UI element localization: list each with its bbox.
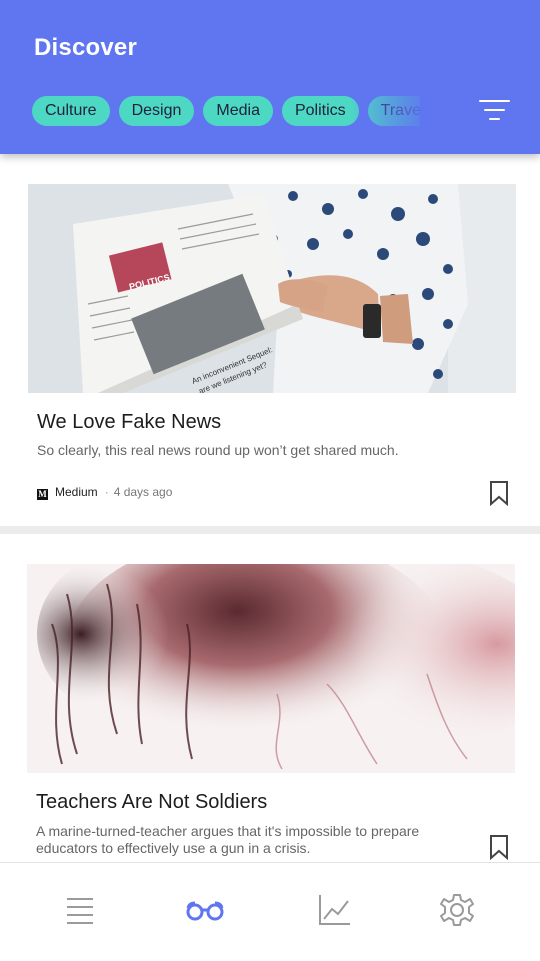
- article-description: A marine-turned-teacher argues that it's…: [36, 823, 420, 856]
- nav-settings[interactable]: [435, 891, 479, 931]
- filter-icon-line: [489, 118, 500, 120]
- article-time: 4 days ago: [113, 485, 173, 499]
- page-title: Discover: [34, 34, 137, 61]
- article-meta: M Medium · 4 days ago: [37, 485, 173, 500]
- list-icon: [67, 898, 93, 924]
- article-title[interactable]: Teachers Are Not Soldiers: [36, 791, 267, 814]
- bookmark-icon: [490, 835, 508, 861]
- chip-design[interactable]: Design: [118, 96, 195, 126]
- filter-icon-line: [479, 100, 510, 102]
- nav-feed[interactable]: [58, 891, 102, 931]
- article-source[interactable]: Medium: [55, 485, 98, 499]
- category-chips: Culture Design Media Politics Travel: [32, 96, 420, 128]
- nav-discover[interactable]: [183, 891, 227, 931]
- bookmark-icon: [490, 481, 508, 507]
- filter-button[interactable]: [476, 96, 514, 124]
- article-card[interactable]: POLITICS An inconvenient Sequel: are we …: [0, 154, 540, 526]
- chart-icon: [319, 895, 350, 925]
- article-title[interactable]: We Love Fake News: [37, 411, 221, 434]
- chip-travel[interactable]: Travel: [367, 96, 420, 126]
- header-bar: Discover Culture Design Media Politics Trave…: [0, 0, 540, 154]
- binoculars-icon: [186, 901, 224, 921]
- chip-politics[interactable]: Politics: [281, 96, 359, 126]
- bookmark-button[interactable]: [488, 480, 510, 507]
- article-image-newspaper: POLITICS An inconvenient Sequel: are we …: [28, 184, 516, 393]
- bookmark-button[interactable]: [488, 834, 510, 861]
- article-image-ink: [27, 564, 515, 773]
- article-feed[interactable]: POLITICS An inconvenient Sequel: are we …: [0, 154, 540, 862]
- article-card[interactable]: Teachers Are Not Soldiers A marine-turne…: [0, 534, 540, 862]
- article-description: So clearly, this real news round up won’…: [37, 442, 399, 458]
- bottom-navigation: [0, 862, 540, 961]
- gear-icon: [440, 894, 474, 926]
- filter-icon-line: [484, 109, 505, 111]
- chip-media[interactable]: Media: [203, 96, 273, 126]
- medium-logo-icon: M: [37, 489, 48, 500]
- nav-stats[interactable]: [312, 891, 356, 931]
- chip-culture[interactable]: Culture: [32, 96, 110, 126]
- meta-separator: ·: [104, 485, 109, 499]
